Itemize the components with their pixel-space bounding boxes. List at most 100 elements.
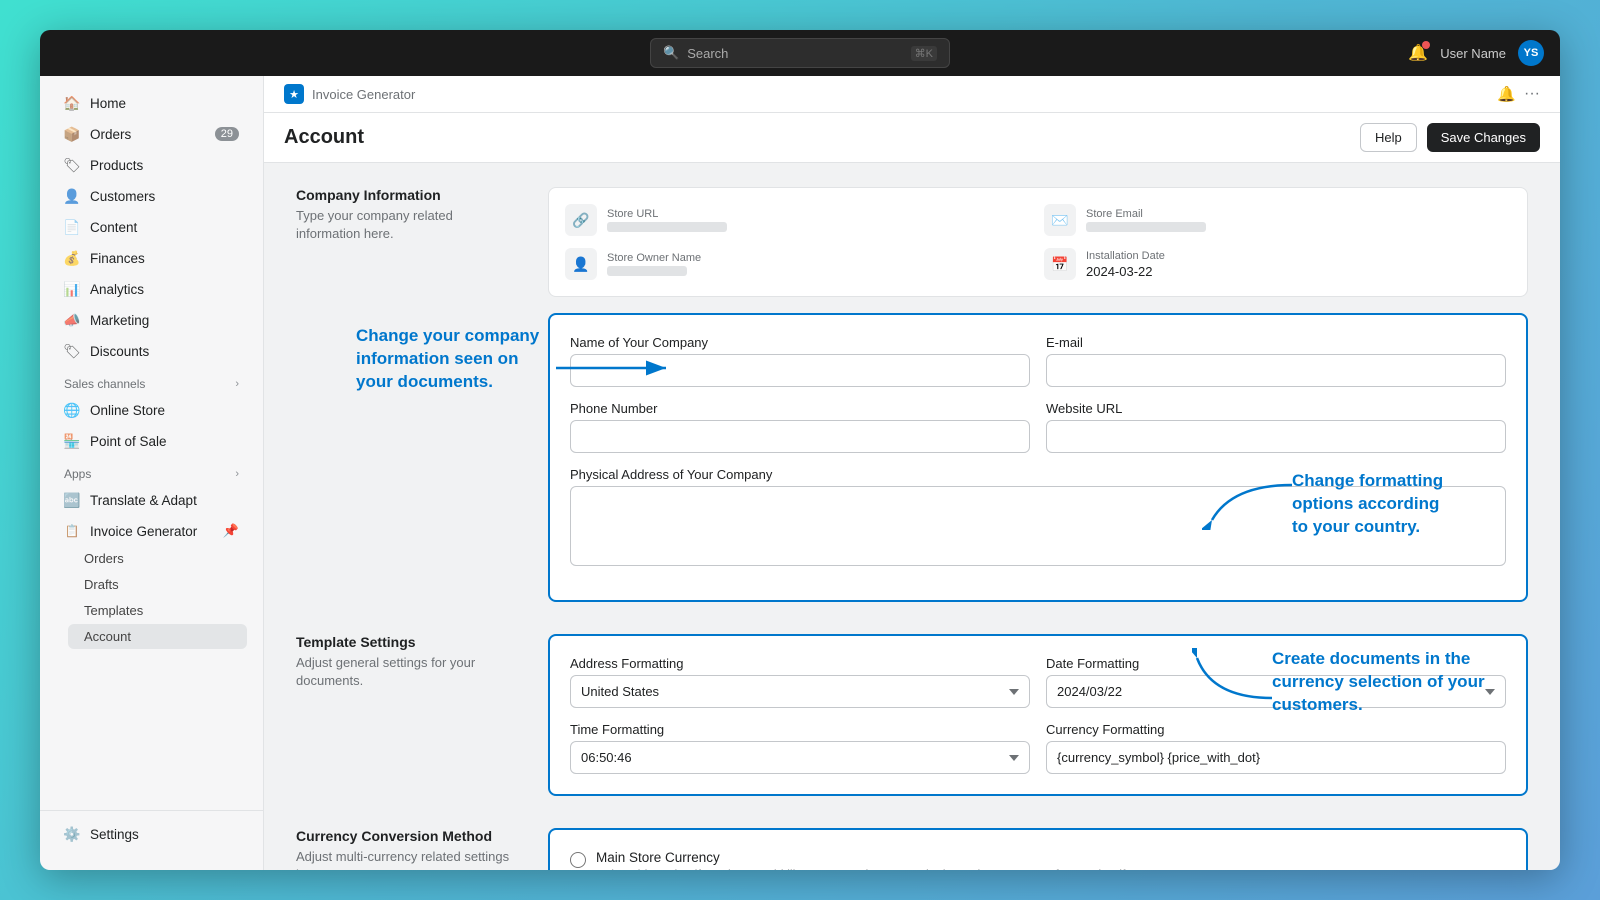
page-content: Company Information Type your company re…	[264, 163, 1560, 870]
store-url-icon: 🔗	[565, 204, 597, 236]
address-textarea[interactable]	[570, 486, 1506, 566]
address-group: Physical Address of Your Company	[570, 467, 1506, 566]
notification-dot	[1422, 41, 1430, 49]
more-options-button[interactable]: ···	[1524, 85, 1540, 103]
website-label: Website URL	[1046, 401, 1506, 416]
pin-icon: 📌	[223, 523, 239, 539]
radio-input-1[interactable]	[570, 852, 586, 868]
form-row-2: Phone Number Website URL	[570, 401, 1506, 453]
settings-row-2: Time Formatting 06:50:46 6:50 AM 18:50	[570, 722, 1506, 774]
sidebar-label-pos: Point of Sale	[90, 434, 167, 449]
email-input[interactable]	[1046, 354, 1506, 387]
install-date-value: 2024-03-22	[1086, 264, 1165, 279]
currency-section-label: Currency Conversion Method Adjust multi-…	[296, 828, 516, 870]
store-email-item: ✉️ Store Email	[1044, 204, 1511, 236]
sidebar-label-content: Content	[90, 220, 137, 235]
time-format-label: Time Formatting	[570, 722, 1030, 737]
template-section-desc: Adjust general settings for your documen…	[296, 654, 516, 690]
company-section-desc: Type your company related information he…	[296, 207, 516, 243]
date-format-select[interactable]: 2024/03/22 22/03/2024 03/22/2024	[1046, 675, 1506, 708]
sidebar-item-invoice-gen[interactable]: 📋 Invoice Generator 📌	[48, 516, 255, 546]
notification-bell-button[interactable]: 🔔	[1408, 43, 1428, 63]
currency-format-group: Currency Formatting {currency_symbol} {p…	[1046, 722, 1506, 774]
sidebar-item-templates-sub[interactable]: Templates	[68, 598, 247, 623]
sidebar-item-discounts[interactable]: 🏷 Discounts	[48, 336, 255, 366]
address-format-select[interactable]: United States European UK	[570, 675, 1030, 708]
company-form-card: Name of Your Company E-mail	[548, 313, 1528, 602]
sidebar-label-online-store: Online Store	[90, 403, 165, 418]
address-format-group: Address Formatting United States Europea…	[570, 656, 1030, 708]
translate-icon: 🔤	[64, 492, 80, 508]
company-section: Company Information Type your company re…	[296, 187, 1528, 602]
currency-format-input[interactable]: {currency_symbol} {price_with_dot}	[1046, 741, 1506, 774]
sidebar-item-pos[interactable]: 🏪 Point of Sale	[48, 426, 255, 456]
store-owner-value	[607, 266, 687, 276]
search-shortcut: ⌘K	[911, 46, 937, 61]
sidebar-label-home: Home	[90, 96, 126, 111]
sidebar-item-online-store[interactable]: 🌐 Online Store	[48, 395, 255, 425]
date-format-group: Date Formatting 2024/03/22 22/03/2024 03…	[1046, 656, 1506, 708]
currency-section-title: Currency Conversion Method	[296, 828, 516, 844]
sidebar-item-orders-sub[interactable]: Orders	[68, 546, 247, 571]
content-area: ★ Invoice Generator 🔔 ··· Account Help S…	[264, 76, 1560, 870]
sidebar-item-home[interactable]: 🏠 Home	[48, 88, 255, 118]
install-date-item: 📅 Installation Date 2024-03-22	[1044, 248, 1511, 280]
orders-icon: 📦	[64, 126, 80, 142]
app-logo: ★	[284, 84, 304, 104]
sidebar-item-translate[interactable]: 🔤 Translate & Adapt	[48, 485, 255, 515]
template-section: Template Settings Adjust general setting…	[296, 634, 1528, 796]
company-name-input[interactable]	[570, 354, 1030, 387]
store-url-value	[607, 222, 727, 232]
radio-text-1: Main Store Currency Select this option i…	[596, 850, 1166, 870]
template-section-title: Template Settings	[296, 634, 516, 650]
save-changes-button[interactable]: Save Changes	[1427, 123, 1540, 152]
form-row-1: Name of Your Company E-mail	[570, 335, 1506, 387]
settings-row-1: Address Formatting United States Europea…	[570, 656, 1506, 708]
sidebar-item-marketing[interactable]: 📣 Marketing	[48, 305, 255, 335]
page-title-bar: Account Help Save Changes	[264, 113, 1560, 163]
content-icon: 📄	[64, 219, 80, 235]
sidebar-label-customers: Customers	[90, 189, 155, 204]
sidebar-item-drafts-sub[interactable]: Drafts	[68, 572, 247, 597]
home-icon: 🏠	[64, 95, 80, 111]
pin-header-button[interactable]: 🔔	[1497, 85, 1516, 103]
settings-icon: ⚙️	[64, 826, 80, 842]
search-bar[interactable]: 🔍 Search ⌘K	[650, 38, 950, 68]
sidebar-item-analytics[interactable]: 📊 Analytics	[48, 274, 255, 304]
invoice-sub-menu: Orders Drafts Templates Account	[48, 546, 255, 649]
templates-sub-label: Templates	[84, 603, 143, 618]
settings-card: Address Formatting United States Europea…	[548, 634, 1528, 796]
online-store-icon: 🌐	[64, 402, 80, 418]
time-format-select[interactable]: 06:50:46 6:50 AM 18:50	[570, 741, 1030, 774]
email-group: E-mail	[1046, 335, 1506, 387]
store-url-item: 🔗 Store URL	[565, 204, 1032, 236]
company-section-content: 🔗 Store URL ✉️	[548, 187, 1528, 602]
radio-label-1[interactable]: Main Store Currency Select this option i…	[570, 850, 1506, 870]
sidebar-footer: ⚙️ Settings	[40, 810, 263, 858]
invoice-gen-icon: 📋	[64, 523, 80, 539]
sidebar-item-content[interactable]: 📄 Content	[48, 212, 255, 242]
drafts-sub-label: Drafts	[84, 577, 119, 592]
store-email-icon: ✉️	[1044, 204, 1076, 236]
analytics-icon: 📊	[64, 281, 80, 297]
pos-icon: 🏪	[64, 433, 80, 449]
website-input[interactable]	[1046, 420, 1506, 453]
sidebar-item-customers[interactable]: 👤 Customers	[48, 181, 255, 211]
phone-input[interactable]	[570, 420, 1030, 453]
customers-icon: 👤	[64, 188, 80, 204]
app-header-actions: 🔔 ···	[1497, 85, 1540, 103]
store-email-value	[1086, 222, 1206, 232]
apps-arrow: ›	[235, 468, 239, 480]
help-button[interactable]: Help	[1360, 123, 1417, 152]
main-layout: 🏠 Home 📦 Orders 29 🏷 Products 👤 Cu	[40, 76, 1560, 870]
date-format-label: Date Formatting	[1046, 656, 1506, 671]
sidebar-item-finances[interactable]: 💰 Finances	[48, 243, 255, 273]
sidebar-item-account-sub[interactable]: Account	[68, 624, 247, 649]
title-actions: Help Save Changes	[1360, 123, 1540, 152]
sidebar-item-settings[interactable]: ⚙️ Settings	[48, 819, 255, 849]
sidebar-label-settings: Settings	[90, 827, 139, 842]
template-section-content: Address Formatting United States Europea…	[548, 634, 1528, 796]
sidebar-item-products[interactable]: 🏷 Products	[48, 150, 255, 180]
orders-badge: 29	[215, 127, 239, 141]
sidebar-item-orders[interactable]: 📦 Orders 29	[48, 119, 255, 149]
